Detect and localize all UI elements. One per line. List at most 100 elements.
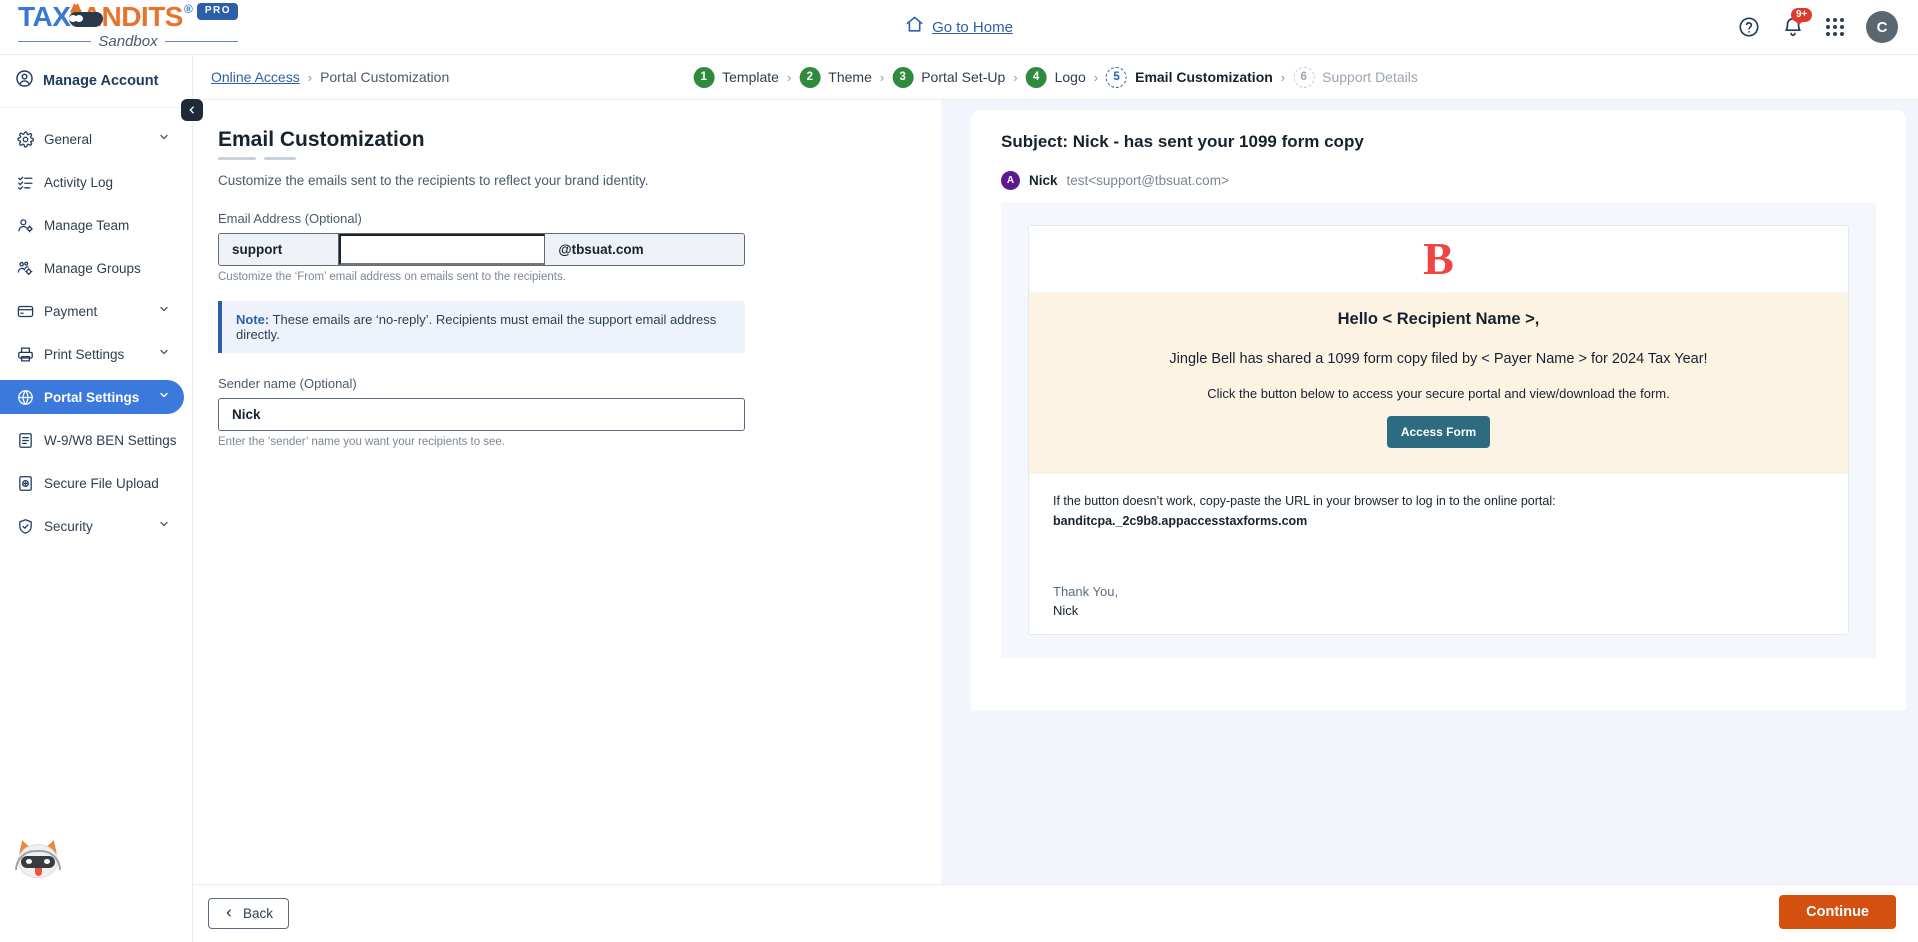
checklist-icon (15, 174, 35, 191)
step-separator: › (1093, 69, 1099, 85)
access-form-button[interactable]: Access Form (1386, 416, 1491, 448)
manage-account-item[interactable]: Manage Account (0, 55, 192, 108)
sender-name-label: Sender name (Optional) (218, 376, 357, 391)
sidebar-item-label: General (44, 131, 93, 147)
breadcrumb-parent[interactable]: Online Access (211, 69, 300, 85)
step-separator: › (786, 69, 792, 85)
step-number: 4 (1025, 66, 1047, 88)
chevron-down-icon (158, 130, 170, 148)
step-theme[interactable]: 2 Theme (799, 66, 872, 88)
sidebar-item-general[interactable]: General (0, 122, 184, 156)
breadcrumb-step-bar: Online Access › Portal Customization 1 T… (193, 55, 1918, 100)
page-subtitle: Customize the emails sent to the recipie… (218, 173, 649, 188)
bell-icon[interactable]: 9+ (1782, 8, 1813, 38)
step-label: Portal Set-Up (921, 69, 1006, 85)
email-template-card: B Hello < Recipient Name >, Jingle Bell … (1028, 225, 1849, 635)
step-portal-set-up[interactable]: 3 Portal Set-Up (892, 66, 1006, 88)
email-address-field[interactable]: support @tbsuat.com (218, 233, 745, 266)
sender-name: Nick (1029, 173, 1058, 188)
go-to-home-link[interactable]: Go to Home (905, 15, 1013, 39)
help-circle-icon[interactable] (1738, 16, 1760, 38)
brand-logo-letter: B (1423, 233, 1454, 284)
home-icon (905, 15, 924, 39)
sidebar-item-label: Portal Settings (44, 389, 140, 405)
email-domain: @tbsuat.com (545, 234, 744, 265)
email-prefix: support (219, 234, 340, 265)
step-separator: › (1013, 69, 1018, 85)
sidebar-collapse-toggle[interactable] (181, 99, 203, 121)
logo-rule-left (18, 41, 92, 42)
step-email-customization[interactable]: 5 Email Customization (1106, 66, 1273, 88)
email-fallback-text: If the button doesn’t work, copy-paste t… (1053, 494, 1556, 508)
step-template[interactable]: 1 Template (693, 66, 779, 88)
email-preview-card: Subject: Nick - has sent your 1099 form … (971, 110, 1906, 710)
sidebar-item-label: Secure File Upload (44, 475, 159, 491)
user-circle-icon (15, 69, 34, 93)
email-hint: Customize the ‘From’ email address on em… (218, 271, 566, 283)
step-number: 5 (1106, 66, 1128, 88)
sidebar-item-label: Security (44, 518, 93, 534)
apps-grid-icon[interactable] (1826, 18, 1844, 36)
breadcrumb-current: Portal Customization (320, 69, 450, 85)
email-footer: If the button doesn’t work, copy-paste t… (1029, 474, 1848, 618)
email-body-line: Jingle Bell has shared a 1099 form copy … (1169, 351, 1708, 367)
chevron-left-icon (224, 906, 234, 921)
globe-icon (15, 389, 35, 406)
app-logo[interactable]: TAX ANDITS ® PRO Sandbox (18, 2, 238, 54)
chevron-down-icon (158, 302, 170, 320)
chevron-down-icon (158, 388, 170, 406)
go-to-home-label: Go to Home (932, 18, 1013, 36)
sidebar-item-portal-settings[interactable]: Portal Settings (0, 380, 184, 414)
note-prefix: Note: (236, 312, 270, 327)
raccoon-mascot[interactable] (15, 838, 61, 882)
title-underline (218, 157, 941, 160)
gear-icon (15, 130, 35, 148)
email-customization-form: Email Customization Customize the emails… (193, 100, 941, 720)
page-title: Email Customization (218, 128, 425, 151)
sender-avatar: A (1001, 171, 1020, 190)
sidebar-item-manage-groups[interactable]: Manage Groups (0, 251, 184, 285)
sidebar-item-label: Payment (44, 303, 98, 319)
form-panel-filler (193, 720, 941, 884)
user-gear-icon (15, 217, 35, 234)
email-signoff-name: Nick (1053, 603, 1079, 618)
email-middle-input[interactable] (339, 234, 546, 265)
avatar[interactable]: C (1866, 11, 1898, 43)
sender-email: test<support@tbsuat.com> (1066, 173, 1229, 188)
credit-card-icon (15, 303, 35, 320)
step-separator: › (1280, 69, 1286, 85)
email-address-label: Email Address (Optional) (218, 211, 362, 226)
sidebar-item-print-settings[interactable]: Print Settings (0, 337, 184, 371)
sidebar-item-activity-log[interactable]: Activity Log (0, 165, 184, 199)
sender-name-input[interactable] (218, 398, 745, 431)
email-body-area: B Hello < Recipient Name >, Jingle Bell … (1001, 203, 1876, 658)
sidebar-item-security[interactable]: Security (0, 509, 184, 543)
sidebar-item-label: Print Settings (44, 346, 125, 362)
sidebar-item-payment[interactable]: Payment (0, 294, 184, 328)
sidebar-item-secure-file-upload[interactable]: Secure File Upload (0, 466, 184, 500)
pro-badge: PRO (196, 3, 238, 20)
registered-mark: ® (183, 2, 193, 16)
wizard-footer: Back Continue (193, 884, 1918, 942)
logo-text-tax: TAX (18, 1, 71, 32)
back-button[interactable]: Back (208, 898, 290, 929)
step-number: 6 (1293, 66, 1315, 88)
sidebar-item-manage-team[interactable]: Manage Team (0, 208, 184, 242)
step-label: Template (722, 69, 779, 85)
manage-account-label: Manage Account (43, 73, 159, 89)
printer-icon (15, 346, 35, 363)
step-separator: › (879, 69, 885, 85)
no-reply-note: Note: These emails are ‘no-reply’. Recip… (218, 301, 745, 353)
email-sender-row: A Nick test<support@tbsuat.com> (1001, 171, 1876, 190)
step-number: 1 (693, 66, 715, 88)
step-logo[interactable]: 4 Logo (1025, 66, 1086, 88)
email-subject: Subject: Nick - has sent your 1099 form … (1001, 132, 1364, 151)
logo-rule-right (164, 41, 238, 42)
continue-button[interactable]: Continue (1779, 895, 1896, 929)
email-fallback-url: banditcpa._2c9b8.appaccesstaxforms.com (1053, 514, 1308, 528)
sidebar-nav: General Activity Log Manage Team Manage … (0, 108, 192, 543)
sidebar-item-w9-w8-ben-settings[interactable]: W-9/W8 BEN Settings (0, 423, 184, 457)
chevron-down-icon (158, 345, 170, 363)
email-greeting: Hello < Recipient Name >, (1337, 310, 1540, 328)
step-support-details[interactable]: 6 Support Details (1293, 66, 1418, 88)
